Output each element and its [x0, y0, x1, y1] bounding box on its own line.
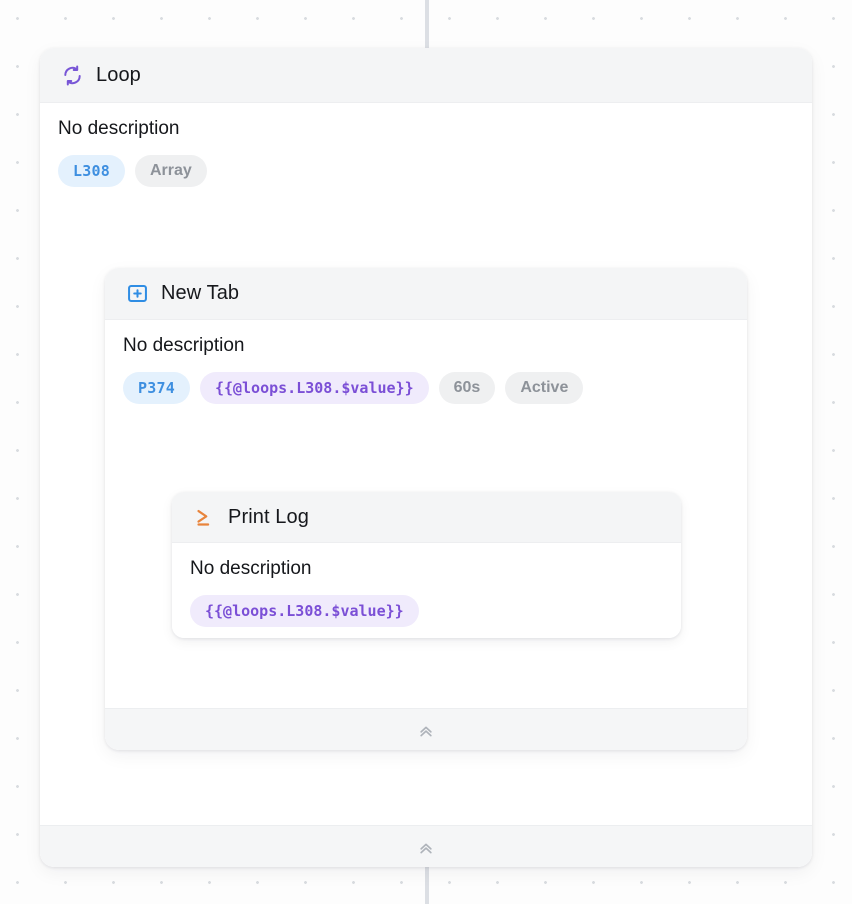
- printlog-node-body: No description {{@loops.L308.$value}}: [172, 543, 681, 638]
- badge-newtab-template[interactable]: {{@loops.L308.$value}}: [199, 371, 429, 404]
- chevron-double-up-icon: [417, 721, 435, 739]
- loop-collapse-button[interactable]: [40, 825, 812, 867]
- printlog-node-description: No description: [190, 558, 312, 579]
- printlog-node-header[interactable]: Print Log: [172, 492, 681, 543]
- terminal-prompt-icon: [192, 505, 216, 529]
- badge-newtab-timeout[interactable]: 60s: [438, 371, 496, 404]
- loop-node-description: No description: [58, 118, 180, 139]
- loop-node-badges: L308 Array: [58, 154, 794, 187]
- newtab-node-title: New Tab: [161, 282, 240, 304]
- newtab-collapse-button[interactable]: [105, 708, 747, 750]
- badge-newtab-status[interactable]: Active: [505, 371, 584, 404]
- loop-node-body: No description L308 Array: [40, 103, 812, 205]
- printlog-node-badges: {{@loops.L308.$value}}: [190, 594, 663, 627]
- newtab-node-header[interactable]: New Tab: [105, 268, 747, 320]
- loop-refresh-icon: [60, 63, 84, 87]
- newtab-node-body: No description P374 {{@loops.L308.$value…: [105, 320, 747, 422]
- newtab-node-badges: P374 {{@loops.L308.$value}} 60s Active: [123, 371, 729, 404]
- chevron-double-up-icon: [417, 838, 435, 856]
- new-tab-plus-icon: [125, 282, 149, 306]
- badge-printlog-template[interactable]: {{@loops.L308.$value}}: [190, 594, 419, 627]
- printlog-node-title: Print Log: [228, 505, 309, 528]
- badge-loop-id[interactable]: L308: [58, 154, 125, 187]
- badge-loop-type[interactable]: Array: [134, 154, 207, 187]
- connector-line-loop-bottom: [425, 865, 429, 904]
- workflow-canvas[interactable]: Loop No description L308 Array New Tab N…: [0, 0, 852, 904]
- newtab-node-description: No description: [123, 335, 245, 356]
- badge-newtab-id[interactable]: P374: [123, 371, 190, 404]
- loop-node-header[interactable]: Loop: [40, 48, 812, 103]
- connector-line-top: [425, 0, 429, 48]
- loop-node-title: Loop: [96, 63, 141, 86]
- printlog-node[interactable]: Print Log No description {{@loops.L308.$…: [172, 492, 681, 638]
